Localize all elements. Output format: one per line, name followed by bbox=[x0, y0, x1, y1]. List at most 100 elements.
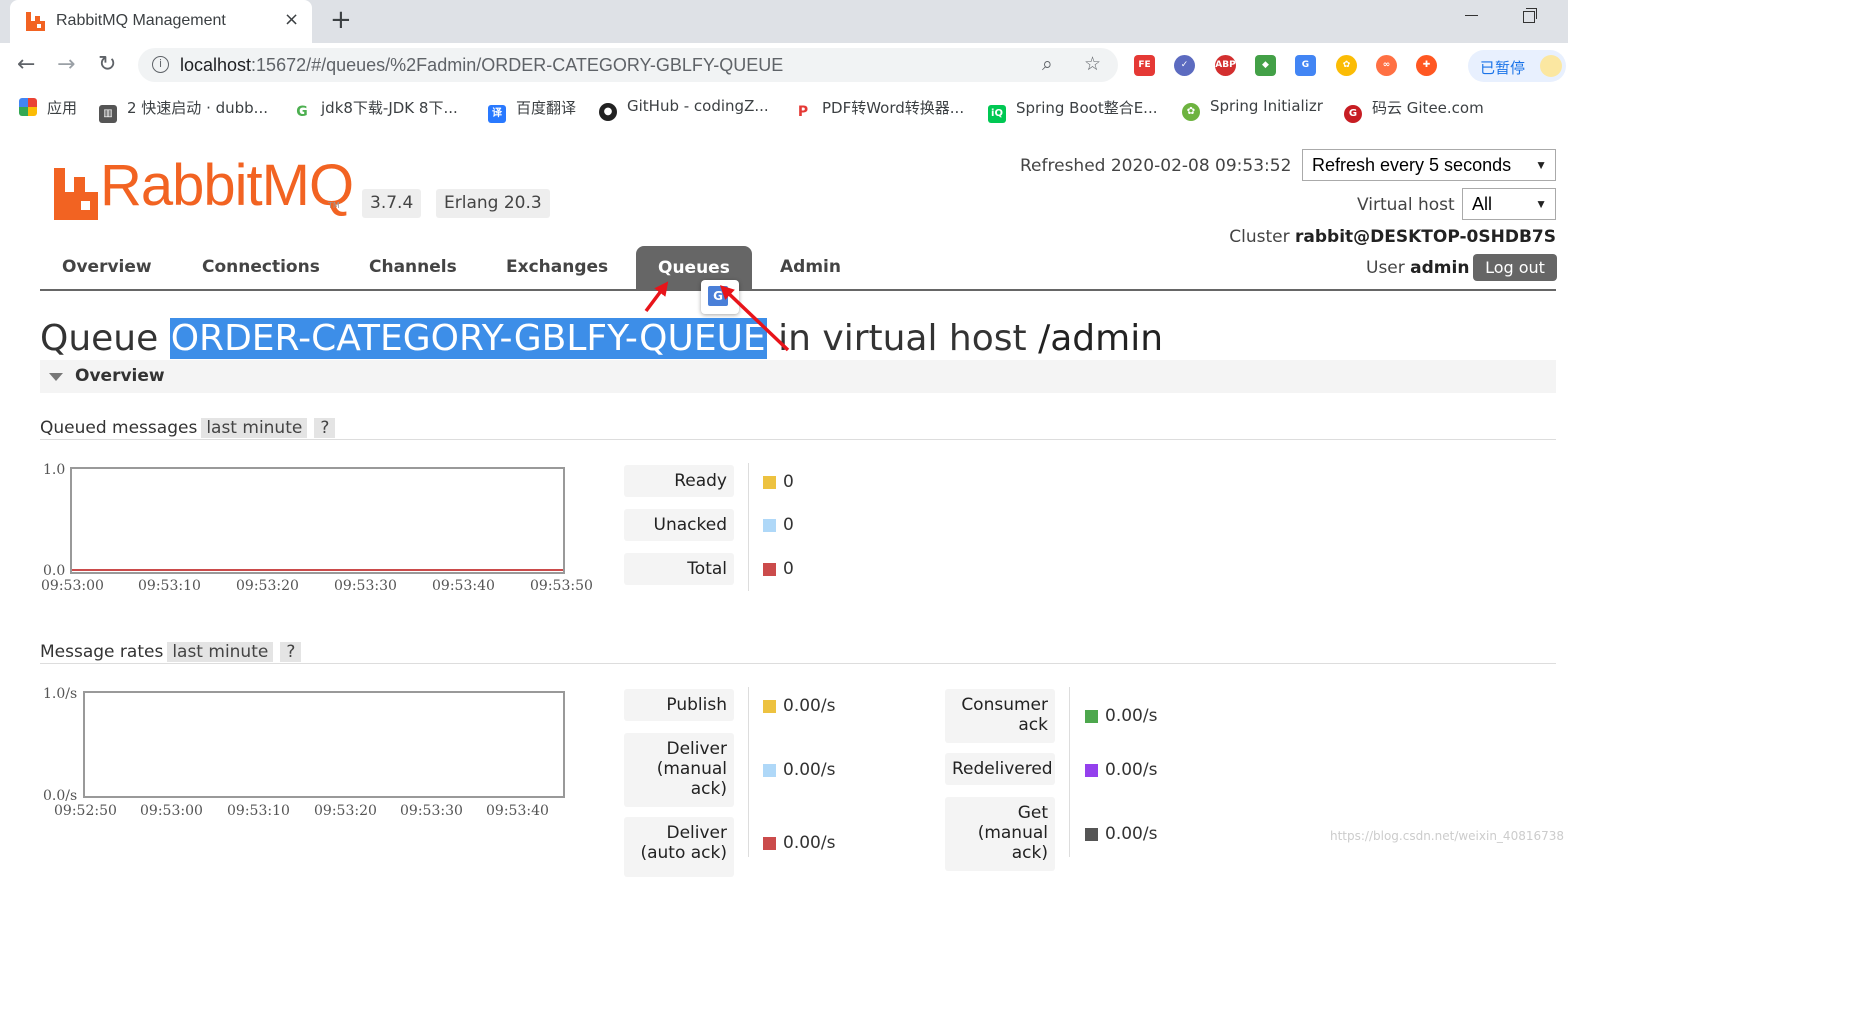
browser-tabstrip: RabbitMQ Management × + bbox=[0, 0, 1568, 43]
google-translate-icon: G bbox=[708, 286, 728, 306]
reload-icon[interactable]: ↻ bbox=[98, 52, 116, 77]
address-bar[interactable]: i localhost:15672/#/queues/%2Fadmin/ORDE… bbox=[138, 48, 1118, 82]
photos-extension-icon[interactable]: ✿ bbox=[1336, 55, 1357, 76]
tab-title: RabbitMQ Management bbox=[56, 12, 226, 29]
main-nav: Overview Connections Channels Exchanges … bbox=[40, 246, 1556, 291]
tab-admin[interactable]: Admin bbox=[780, 257, 841, 277]
iqiyi-icon: iQ bbox=[988, 105, 1006, 123]
legend-unacked: Unacked bbox=[624, 509, 734, 541]
url-text[interactable]: localhost:15672/#/queues/%2Fadmin/ORDER-… bbox=[180, 55, 783, 76]
rabbitmq-logo-icon bbox=[54, 168, 98, 220]
bookmark-github[interactable]: ● GitHub - codingZ... bbox=[599, 97, 769, 121]
pdf-icon: P bbox=[794, 103, 812, 121]
unacked-value: 0 bbox=[783, 515, 794, 535]
tab-close-icon[interactable]: × bbox=[284, 9, 299, 30]
tab-exchanges[interactable]: Exchanges bbox=[506, 257, 608, 277]
bookmark-spring-initializr[interactable]: ✿ Spring Initializr bbox=[1182, 97, 1323, 121]
bookmark-star-icon[interactable]: ☆ bbox=[1084, 53, 1101, 75]
watermark: https://blog.csdn.net/weixin_40816738 bbox=[1330, 829, 1565, 843]
x-tick-label: 09:53:20 bbox=[314, 803, 377, 819]
legend-consumer-ack: Consumer ack bbox=[945, 689, 1055, 743]
color-extension-icon[interactable]: ◆ bbox=[1255, 55, 1276, 76]
bookmark-dubbo[interactable]: ▥ 2 快速启动 · dubb... bbox=[99, 97, 268, 123]
x-tick-label: 09:53:20 bbox=[236, 578, 299, 594]
adblock-extension-icon[interactable]: ABP bbox=[1215, 55, 1236, 76]
new-tab-button[interactable]: + bbox=[330, 5, 352, 35]
unacked-swatch bbox=[763, 519, 776, 532]
total-series-line bbox=[72, 569, 563, 571]
browser-tab[interactable]: RabbitMQ Management × bbox=[10, 0, 312, 43]
window-minimize-icon[interactable] bbox=[1465, 15, 1478, 16]
jdk-icon: G bbox=[293, 103, 311, 121]
bookmark-spring-boot[interactable]: iQ Spring Boot整合E... bbox=[988, 97, 1157, 123]
rabbitmq-favicon-icon bbox=[26, 12, 45, 31]
x-tick-label: 09:53:10 bbox=[138, 578, 201, 594]
check-extension-icon[interactable]: ✓ bbox=[1174, 55, 1195, 76]
bookmarks-bar: 应用 ▥ 2 快速启动 · dubb... Gjdk8下载-JDK 8下... 译… bbox=[0, 87, 1568, 127]
queued-messages-header: Queued messages last minute? bbox=[40, 416, 1556, 440]
page-title: Queue ORDER-CATEGORY-GBLFY-QUEUE in virt… bbox=[40, 318, 1164, 359]
tab-channels[interactable]: Channels bbox=[369, 257, 457, 277]
y-axis-top-label: 1.0/s bbox=[43, 686, 78, 702]
deliver-manual-swatch bbox=[763, 764, 776, 777]
publish-swatch bbox=[763, 700, 776, 713]
divider bbox=[748, 687, 749, 857]
legend-get-manual-ack: Get (manual ack) bbox=[945, 797, 1055, 871]
deliver-auto-value: 0.00/s bbox=[783, 833, 836, 853]
x-tick-label: 09:53:30 bbox=[334, 578, 397, 594]
browser-toolbar: ← → ↻ i localhost:15672/#/queues/%2Fadmi… bbox=[0, 43, 1568, 87]
message-rates-header: Message rates last minute? bbox=[40, 640, 1556, 664]
redelivered-value: 0.00/s bbox=[1105, 760, 1158, 780]
x-tick-label: 09:53:10 bbox=[227, 803, 290, 819]
bookmark-apps[interactable]: 应用 bbox=[19, 97, 77, 118]
bookmark-gitee[interactable]: G 码云 Gitee.com bbox=[1344, 97, 1484, 123]
x-tick-label: 09:52:50 bbox=[54, 803, 117, 819]
zoom-icon[interactable]: ⌕ bbox=[1042, 53, 1053, 75]
github-icon: ● bbox=[599, 103, 617, 121]
tab-connections[interactable]: Connections bbox=[202, 257, 320, 277]
range-selector[interactable]: last minute bbox=[201, 418, 308, 438]
y-axis-bottom-label: 0.0 bbox=[43, 563, 66, 579]
dropdown-arrow-icon: ▼ bbox=[1535, 197, 1547, 211]
x-tick-label: 09:53:50 bbox=[530, 578, 593, 594]
deliver-auto-swatch bbox=[763, 837, 776, 850]
apps-grid-icon bbox=[19, 98, 37, 116]
book-icon: ▥ bbox=[99, 105, 117, 123]
range-selector[interactable]: last minute bbox=[167, 642, 274, 662]
legend-deliver-manual-ack: Deliver (manual ack) bbox=[624, 733, 734, 807]
profile-paused-button[interactable]: 已暂停 bbox=[1468, 50, 1566, 82]
back-arrow-icon[interactable]: ← bbox=[17, 52, 35, 77]
cluster-info: Cluster rabbit@DESKTOP-0SHDB7S bbox=[1229, 227, 1556, 247]
translate-popup-button[interactable]: G bbox=[701, 280, 739, 314]
tab-overview[interactable]: Overview bbox=[62, 257, 152, 277]
avatar bbox=[1540, 55, 1562, 77]
x-tick-label: 09:53:00 bbox=[140, 803, 203, 819]
bookmark-jdk8[interactable]: Gjdk8下载-JDK 8下... bbox=[293, 97, 458, 121]
help-button[interactable]: ? bbox=[280, 642, 302, 662]
site-info-icon[interactable]: i bbox=[152, 56, 169, 73]
divider bbox=[748, 463, 749, 591]
message-rates-chart bbox=[83, 691, 565, 798]
x-tick-label: 09:53:40 bbox=[486, 803, 549, 819]
bookmark-pdf-word[interactable]: P PDF转Word转换器... bbox=[794, 97, 964, 121]
total-value: 0 bbox=[783, 559, 794, 579]
consumer-ack-swatch bbox=[1085, 710, 1098, 723]
help-button[interactable]: ? bbox=[314, 418, 336, 438]
y-axis-top-label: 1.0 bbox=[43, 462, 66, 478]
get-manual-swatch bbox=[1085, 828, 1098, 841]
refreshed-timestamp: Refreshed 2020-02-08 09:53:52 bbox=[1020, 156, 1292, 176]
version-badge: 3.7.4 bbox=[362, 189, 422, 218]
refresh-interval-select[interactable]: Refresh every 5 seconds ▼ bbox=[1302, 149, 1556, 181]
get-manual-value: 0.00/s bbox=[1105, 824, 1158, 844]
redelivered-swatch bbox=[1085, 764, 1098, 777]
google-translate-extension-icon[interactable]: G bbox=[1295, 55, 1316, 76]
window-restore-icon[interactable] bbox=[1523, 8, 1537, 23]
bookmark-baidu-translate[interactable]: 译百度翻译 bbox=[488, 97, 576, 123]
forward-arrow-icon[interactable]: → bbox=[57, 52, 75, 77]
virtual-host-select[interactable]: All ▼ bbox=[1462, 188, 1556, 220]
publish-value: 0.00/s bbox=[783, 696, 836, 716]
fe-extension-icon[interactable]: FE bbox=[1134, 55, 1155, 76]
lifebuoy-extension-icon[interactable]: ✚ bbox=[1416, 55, 1437, 76]
infinity-extension-icon[interactable]: ∞ bbox=[1376, 55, 1397, 76]
overview-section-header[interactable]: Overview bbox=[40, 360, 1556, 393]
